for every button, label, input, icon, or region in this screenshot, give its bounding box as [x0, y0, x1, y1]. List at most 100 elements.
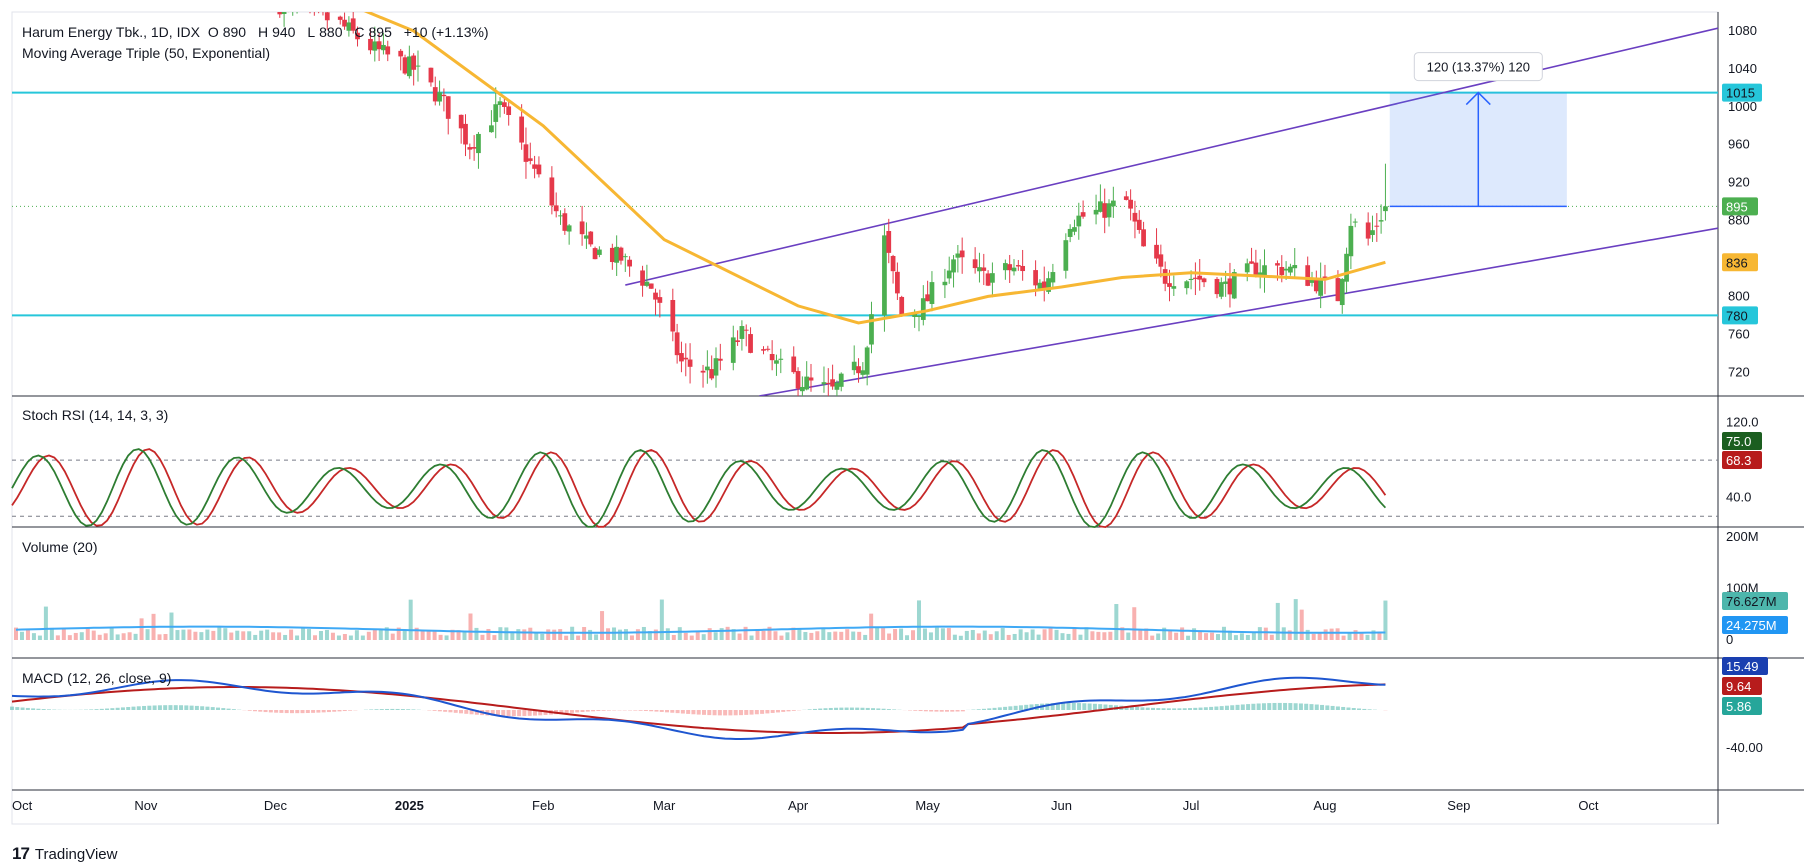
- time-axis-tick: Mar: [653, 798, 676, 813]
- macd-histogram-bar: [1077, 703, 1082, 710]
- macd-pane[interactable]: [10, 676, 1388, 740]
- close-label: C: [354, 24, 365, 40]
- volume-bar: [1126, 632, 1131, 640]
- macd-histogram-bar: [390, 708, 395, 710]
- tag-signal-text: 9.64: [1726, 679, 1751, 694]
- macd-histogram-bar: [1246, 704, 1251, 710]
- volume-bar: [982, 630, 987, 640]
- macd-histogram-bar: [754, 710, 759, 715]
- volume-bar: [211, 630, 216, 640]
- volume-bar: [701, 634, 706, 640]
- volume-bar: [324, 629, 329, 640]
- macd-histogram-bar: [395, 708, 400, 710]
- macd-histogram-bar: [443, 710, 448, 712]
- volume-bar: [241, 631, 246, 640]
- candle-body: [946, 270, 952, 279]
- tag-price-top-text: 1015: [1726, 86, 1755, 101]
- volume-bar: [1275, 602, 1280, 640]
- time-axis-tick: Jul: [1183, 798, 1200, 813]
- candle-body: [463, 123, 468, 145]
- candle-body: [955, 253, 961, 258]
- candle-body: [1132, 212, 1138, 222]
- volume-bar: [25, 629, 30, 640]
- macd-histogram-bar: [1203, 707, 1208, 710]
- candle-body: [739, 326, 745, 339]
- candle-body: [674, 332, 680, 356]
- change-value: +10 (+1.13%): [403, 24, 489, 40]
- tag-histogram: 5.86: [1722, 697, 1762, 715]
- volume-bar: [474, 627, 479, 640]
- stoch-rsi-title[interactable]: Stoch RSI (14, 14, 3, 3): [22, 407, 168, 423]
- macd-histogram-bar: [89, 709, 94, 710]
- macd-histogram-bar: [522, 710, 527, 717]
- volume-bar: [1293, 599, 1298, 640]
- macd-histogram-bar: [152, 705, 157, 710]
- tradingview-brand[interactable]: 17 TradingView: [12, 844, 117, 864]
- candle-body: [592, 248, 598, 260]
- tag-macd-text: 15.49: [1726, 659, 1759, 674]
- macd-histogram-bar: [36, 708, 41, 710]
- volume-bar: [1186, 635, 1191, 640]
- volume-bar: [55, 635, 60, 640]
- macd-histogram-bar: [680, 710, 685, 714]
- macd-histogram-bar: [305, 710, 310, 714]
- volume-bar: [1365, 634, 1370, 640]
- volume-bar: [85, 628, 90, 640]
- volume-bar: [510, 632, 515, 640]
- macd-histogram-bar: [1362, 708, 1367, 710]
- macd-histogram-bar: [184, 705, 189, 710]
- volume-bar: [91, 630, 96, 640]
- tag-ema-text: 836: [1726, 255, 1748, 270]
- candle-body: [1227, 278, 1233, 295]
- candle-body: [549, 177, 555, 206]
- macd-histogram-bar: [1304, 703, 1309, 710]
- volume-bar: [1383, 600, 1388, 640]
- stoch-rsi-pane[interactable]: [11, 448, 1718, 529]
- volume-bar: [1078, 634, 1083, 640]
- chart-canvas[interactable]: 120 (13.37%) 120720760800840880920960100…: [0, 0, 1816, 868]
- open-value: 890: [222, 24, 247, 40]
- volume-bar: [121, 633, 126, 640]
- volume-bar: [318, 631, 323, 640]
- macd-histogram-bar: [929, 710, 934, 712]
- volume-bar: [839, 631, 844, 640]
- indicator-legend[interactable]: Moving Average Triple (50, Exponential): [22, 45, 270, 61]
- candle-body: [523, 144, 529, 162]
- candle-body: [929, 282, 935, 304]
- volume-bar: [97, 634, 102, 640]
- candle-body: [1093, 209, 1099, 215]
- macd-histogram-bar: [258, 710, 263, 712]
- volume-bar: [970, 629, 975, 640]
- volume-bar: [1090, 631, 1095, 640]
- macd-histogram-bar: [1008, 706, 1013, 710]
- macd-title[interactable]: MACD (12, 26, close, 9): [22, 670, 171, 686]
- candle-body: [489, 125, 494, 133]
- volume-ma-line: [15, 625, 1386, 634]
- macd-histogram-bar: [142, 705, 147, 710]
- volume-title[interactable]: Volume (20): [22, 539, 97, 555]
- volume-bar: [779, 635, 784, 640]
- candle-body: [286, 0, 291, 1]
- macd-histogram-bar: [1087, 703, 1092, 710]
- volume-bar: [683, 632, 688, 640]
- macd-histogram-bar: [717, 710, 722, 716]
- candle-body: [368, 38, 373, 51]
- macd-histogram-bar: [844, 707, 849, 710]
- symbol-legend[interactable]: Harum Energy Tbk., 1D, IDX O 890 H 940 L 88…: [22, 24, 493, 40]
- volume-pane[interactable]: [14, 599, 1388, 640]
- macd-histogram-bar: [1277, 702, 1282, 710]
- volume-bar: [277, 632, 282, 640]
- candle-body: [501, 102, 507, 107]
- symbol-name[interactable]: Harum Energy Tbk., 1D, IDX: [22, 24, 200, 40]
- volume-bar: [881, 628, 886, 640]
- macd-histogram-bar: [374, 709, 379, 710]
- macd-histogram-bar: [839, 707, 844, 710]
- macd-histogram-bar: [670, 710, 675, 713]
- macd-histogram-bar: [786, 710, 791, 712]
- candle-body: [795, 371, 801, 389]
- candle-body: [774, 360, 779, 364]
- macd-histogram-bar: [300, 710, 305, 714]
- time-axis-tick: Nov: [134, 798, 158, 813]
- candle-body: [791, 356, 797, 373]
- volume-axis-tick: 200M: [1726, 529, 1759, 544]
